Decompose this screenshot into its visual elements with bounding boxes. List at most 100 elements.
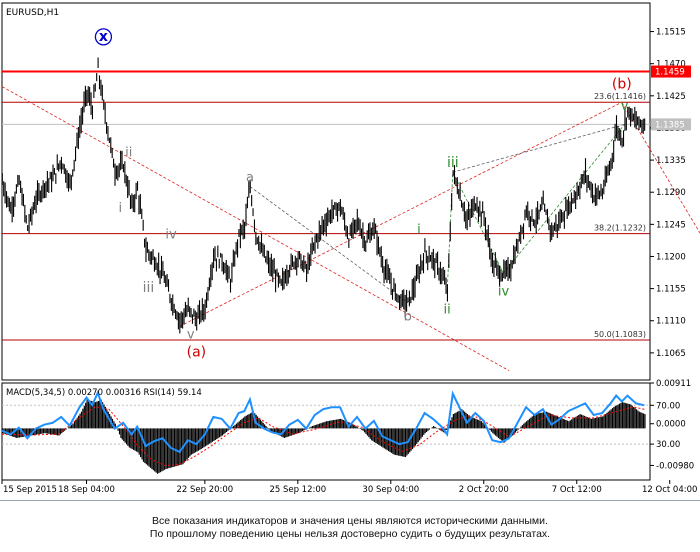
- macd-histogram-bar: [411, 428, 414, 450]
- wave-label: ii: [444, 303, 451, 318]
- macd-histogram-bar: [500, 428, 502, 441]
- fib-level-label: 50.0(1.1083): [594, 330, 646, 339]
- macd-histogram-bar: [335, 419, 338, 429]
- wave-label: i: [417, 223, 421, 238]
- macd-histogram-bar: [520, 426, 522, 429]
- macd-histogram-bar: [490, 428, 493, 432]
- macd-histogram-bar: [633, 406, 635, 429]
- macd-histogram-bar: [457, 411, 459, 429]
- macd-histogram-bar: [194, 428, 197, 453]
- macd-histogram-bar: [161, 428, 163, 472]
- macd-histogram-bar: [235, 423, 238, 429]
- macd-histogram-bar: [137, 428, 139, 453]
- macd-histogram-bar: [121, 428, 123, 440]
- macd-histogram-bar: [575, 416, 577, 429]
- macd-histogram-bar: [187, 428, 190, 458]
- macd-histogram-bar: [72, 423, 74, 429]
- macd-histogram-bar: [314, 425, 316, 429]
- macd-histogram-bar: [324, 421, 326, 429]
- macd-histogram-bar: [418, 428, 421, 441]
- macd-histogram-bar: [397, 428, 400, 456]
- macd-histogram-bar: [557, 416, 559, 429]
- macd-histogram-bar: [85, 402, 87, 429]
- time-tick-label: 22 Sep 20:00: [176, 485, 233, 495]
- macd-histogram-bar: [186, 428, 188, 460]
- wave-label: iv: [165, 228, 177, 243]
- macd-histogram-bar: [631, 405, 633, 429]
- macd-histogram-bar: [580, 414, 583, 429]
- indicator-tick-label: 0.0000: [656, 420, 686, 430]
- price-tick-label: 1.1065: [656, 349, 686, 359]
- macd-histogram-bar: [596, 417, 598, 429]
- macd-histogram-bar: [542, 412, 545, 429]
- macd-histogram-bar: [123, 428, 125, 442]
- macd-histogram-bar: [96, 401, 98, 429]
- macd-histogram-bar: [97, 400, 99, 429]
- macd-histogram-bar: [313, 425, 315, 429]
- disclaimer-line-1: Все показания индикаторов и значения цен…: [152, 515, 548, 527]
- macd-histogram-bar: [428, 428, 431, 430]
- time-tick-label: 2 Oct 20:00: [459, 485, 509, 495]
- macd-histogram-bar: [149, 428, 152, 468]
- macd-histogram-bar: [162, 428, 164, 471]
- macd-histogram-bar: [420, 428, 422, 439]
- macd-histogram-bar: [628, 404, 631, 429]
- macd-histogram-bar: [224, 428, 226, 434]
- macd-histogram-bar: [624, 402, 626, 429]
- macd-histogram-bar: [613, 406, 615, 429]
- macd-histogram-bar: [213, 428, 215, 441]
- macd-histogram-bar: [602, 416, 604, 429]
- macd-histogram-bar: [590, 418, 593, 429]
- macd-histogram-bar: [423, 428, 425, 435]
- macd-histogram-bar: [635, 409, 638, 429]
- macd-histogram-bar: [124, 428, 126, 443]
- time-tick-label: 30 Sep 04:00: [362, 485, 419, 495]
- macd-histogram-bar: [521, 425, 524, 429]
- macd-histogram-bar: [495, 428, 497, 436]
- macd-histogram-bar: [265, 426, 267, 429]
- macd-histogram-bar: [541, 412, 543, 429]
- macd-histogram-bar: [135, 428, 138, 452]
- macd-histogram-bar: [458, 410, 460, 429]
- macd-histogram-bar: [410, 428, 412, 451]
- macd-histogram-bar: [493, 428, 495, 435]
- macd-histogram-bar: [472, 417, 474, 429]
- indicator-label: MACD(5,34,5) 0.00270 0.00316 RSI(14) 59.…: [6, 388, 202, 398]
- macd-histogram-bar: [562, 418, 564, 429]
- macd-histogram-bar: [606, 412, 608, 429]
- macd-histogram-bar: [355, 426, 357, 429]
- macd-histogram-bar: [445, 428, 447, 430]
- macd-histogram-bar: [627, 403, 629, 429]
- macd-histogram-bar: [589, 418, 591, 429]
- macd-histogram-bar: [565, 420, 567, 429]
- macd-histogram-bar: [340, 418, 342, 429]
- macd-histogram-bar: [234, 424, 236, 429]
- macd-histogram-bar: [49, 428, 52, 435]
- macd-histogram-bar: [216, 428, 218, 440]
- wave-label: b: [404, 310, 412, 325]
- macd-histogram-bar: [638, 411, 640, 429]
- macd-histogram-bar: [614, 406, 616, 429]
- macd-histogram-bar: [551, 414, 553, 429]
- macd-histogram-bar: [479, 420, 481, 429]
- macd-histogram-bar: [582, 415, 584, 429]
- macd-histogram-bar: [361, 428, 363, 430]
- macd-histogram-bar: [400, 428, 402, 457]
- macd-histogram-bar: [497, 428, 500, 438]
- macd-histogram-bar: [368, 428, 370, 438]
- macd-histogram-bar: [266, 427, 269, 429]
- macd-histogram-bar: [94, 402, 97, 429]
- macd-histogram-bar: [540, 412, 542, 429]
- macd-histogram-bar: [475, 418, 477, 429]
- macd-histogram-bar: [478, 420, 480, 429]
- indicator-tick-label: 0.00911: [656, 379, 691, 389]
- macd-histogram-bar: [566, 420, 569, 429]
- macd-histogram-bar: [151, 428, 153, 470]
- macd-histogram-bar: [634, 408, 636, 429]
- macd-histogram-bar: [37, 428, 39, 435]
- macd-histogram-bar: [431, 427, 433, 429]
- macd-histogram-bar: [87, 400, 90, 429]
- macd-histogram-bar: [449, 420, 452, 429]
- macd-histogram-bar: [249, 413, 252, 429]
- macd-histogram-bar: [197, 428, 200, 451]
